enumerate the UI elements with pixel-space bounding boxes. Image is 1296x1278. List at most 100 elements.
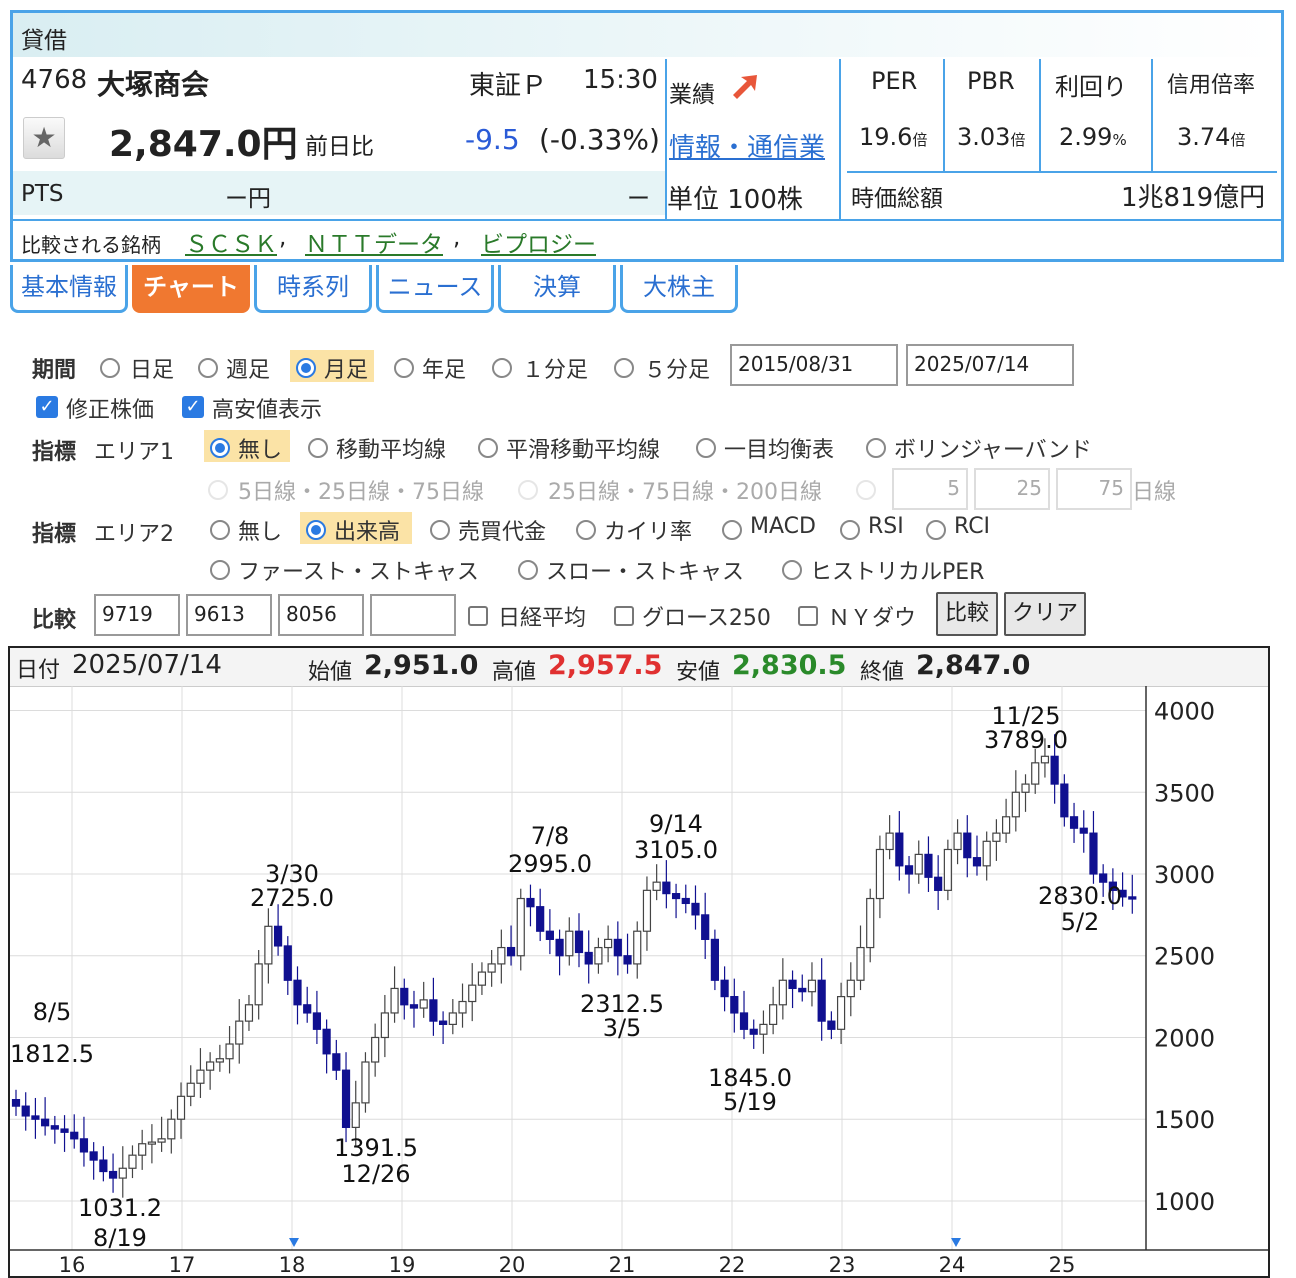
price-change: -9.5 (465, 123, 520, 156)
metric-pbr-label: PBR (967, 67, 1015, 95)
nikkei-checkbox[interactable] (468, 606, 488, 626)
candle-body (31, 1115, 40, 1120)
ma-input-1[interactable]: 5 (892, 468, 968, 510)
tab-shareholders[interactable]: 大株主 (620, 265, 738, 313)
compare-code-input-4[interactable] (370, 594, 456, 636)
candle-body (283, 945, 292, 981)
y-tick-label: 2000 (1154, 1024, 1215, 1052)
tab-earnings[interactable]: 決算 (498, 265, 616, 313)
area2-radio-macd[interactable] (722, 520, 742, 540)
compare-code-input-1[interactable]: 9719 (94, 594, 180, 636)
period-radio-weekly[interactable] (198, 358, 218, 378)
area2-radio-none[interactable] (210, 520, 230, 540)
candle-body (856, 946, 865, 981)
tab-timeseries[interactable]: 時系列 (254, 265, 372, 313)
candle-body (866, 897, 875, 949)
high-value: 2,957.5 (548, 650, 663, 681)
period-label: 期間 (32, 358, 77, 383)
candle-body (1040, 755, 1050, 764)
header-band (13, 13, 1281, 57)
candle-body (1089, 832, 1098, 875)
trade-unit: 単位 100株 (667, 185, 803, 215)
candle-body (642, 889, 652, 932)
area2-radio-rci[interactable] (926, 520, 946, 540)
candle-body (50, 1125, 59, 1130)
area2-radio-rsi[interactable] (840, 520, 860, 540)
ma-custom-radio[interactable] (856, 480, 876, 500)
annotation-date: 5/2 (1061, 908, 1100, 936)
tab-news[interactable]: ニュース (376, 265, 494, 313)
candle-body (934, 876, 943, 891)
date-from-input[interactable]: 2015/08/31 (730, 344, 898, 386)
area1-radio-bollinger[interactable] (866, 438, 886, 458)
area2-radio-fast-stoch[interactable] (210, 560, 230, 580)
period-radio-1min[interactable] (492, 358, 512, 378)
growth250-checkbox[interactable] (614, 606, 634, 626)
sector-link[interactable]: 情報・通信業 (669, 127, 825, 164)
ma-preset-radio-1[interactable] (208, 480, 228, 500)
area1-radio-ma[interactable] (308, 438, 328, 458)
tab-chart[interactable]: チャート (132, 265, 250, 313)
compare-stocks-label: 比較される銘柄 (21, 233, 161, 257)
metric-yield-value: 2.99% (1059, 123, 1127, 151)
favorite-star-icon[interactable]: ★ (23, 117, 65, 159)
adjusted-price-checkbox[interactable]: ✓ (36, 396, 58, 418)
period-radio-yearly[interactable] (394, 358, 414, 378)
candle-body (176, 1095, 186, 1120)
candle-body (604, 938, 613, 949)
close-label: 終値 (860, 660, 905, 685)
highlow-checkbox[interactable]: ✓ (182, 396, 204, 418)
area2-radio-volume[interactable] (306, 520, 326, 540)
ma-input-2[interactable]: 25 (974, 468, 1050, 510)
compare-stock-nttdata[interactable]: ＮＴＴデータ (305, 225, 443, 259)
area1-radio-none[interactable] (210, 438, 230, 458)
area1-radio-ichimoku[interactable] (696, 438, 716, 458)
candle-body (846, 979, 855, 998)
metric-margin-value: 3.74倍 (1177, 123, 1246, 151)
compare-button[interactable]: 比較 (936, 592, 998, 636)
nydow-checkbox[interactable] (798, 606, 818, 626)
metric-pbr-value: 3.03倍 (957, 123, 1026, 151)
candle-body (361, 1061, 370, 1104)
candle-body (943, 848, 952, 891)
indicator-label-1: 指標 (32, 440, 77, 465)
area1-ema-label: 平滑移動平均線 (506, 438, 661, 463)
compare-code-input-2[interactable]: 9613 (186, 594, 272, 636)
candle-body (681, 897, 690, 905)
candle-body (70, 1131, 79, 1140)
ma-preset-2-label: 25日線・75日線・200日線 (548, 480, 822, 505)
y-tick-label: 1500 (1154, 1106, 1215, 1134)
highlow-label: 高安値表示 (212, 398, 323, 423)
candle-body (545, 930, 554, 940)
date-to-input[interactable]: 2025/07/14 (906, 344, 1074, 386)
nikkei-label: 日経平均 (498, 606, 587, 631)
compare-stock-biprogy[interactable]: ビプロジー (481, 225, 596, 259)
area2-radio-turnover[interactable] (430, 520, 450, 540)
market-label: 東証Ｐ (469, 71, 548, 101)
candle-body (244, 1004, 254, 1022)
area1-radio-ema[interactable] (478, 438, 498, 458)
area2-radio-hist-per[interactable] (782, 560, 802, 580)
candle-body (322, 1028, 331, 1055)
clear-button[interactable]: クリア (1004, 592, 1086, 636)
candle-body (439, 1020, 448, 1025)
period-radio-monthly[interactable] (296, 358, 316, 378)
y-tick-label: 4000 (1154, 698, 1215, 726)
compare-stock-scsk[interactable]: ＳＣＳＫ (185, 225, 277, 259)
price-chart[interactable]: 日付 2025/07/14 始値 2,951.0 高値 2,957.5 安値 2… (8, 646, 1270, 1278)
earnings-up-arrow-icon[interactable] (729, 71, 761, 103)
candle-body (458, 1000, 467, 1014)
period-radio-daily[interactable] (100, 358, 120, 378)
period-radio-5min[interactable] (614, 358, 634, 378)
area2-radio-slow-stoch[interactable] (518, 560, 538, 580)
tab-basic-info[interactable]: 基本情報 (10, 265, 128, 313)
compare-code-input-3[interactable]: 8056 (278, 594, 364, 636)
annotation-date: 8/5 (33, 998, 72, 1026)
area2-radio-deviation[interactable] (576, 520, 596, 540)
candle-body (264, 925, 273, 965)
candle-body (904, 865, 914, 875)
candle-body (730, 996, 739, 1014)
ma-preset-radio-2[interactable] (518, 480, 538, 500)
ma-input-3[interactable]: 75 (1056, 468, 1132, 510)
candle-body (875, 848, 885, 900)
